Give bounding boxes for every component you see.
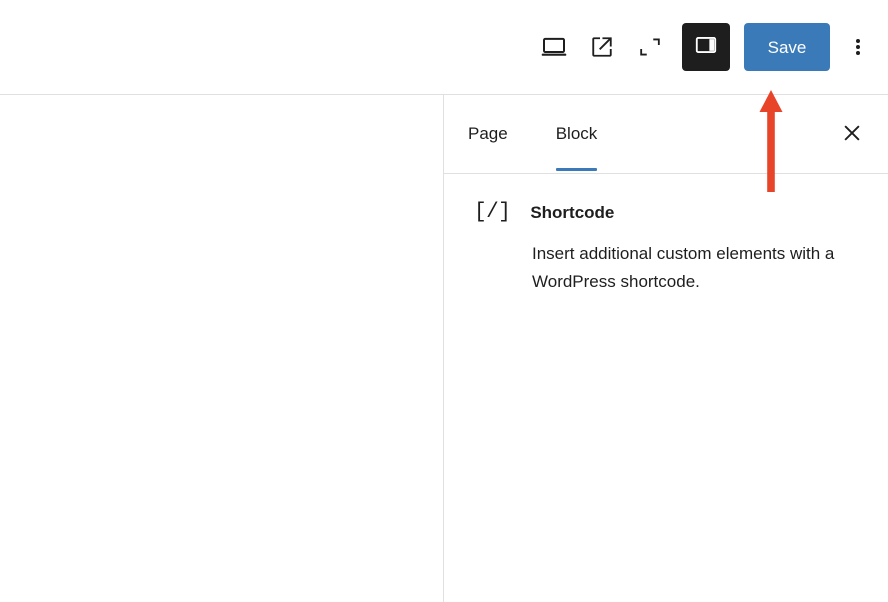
settings-sidebar-toggle-button[interactable] — [682, 23, 730, 71]
close-x-icon — [842, 123, 862, 146]
external-link-icon — [588, 33, 616, 61]
toolbar-actions-group: Save — [530, 0, 880, 94]
save-button[interactable]: Save — [744, 23, 830, 71]
block-title: Shortcode — [530, 203, 615, 222]
block-description: Insert additional custom elements with a… — [532, 244, 835, 291]
three-vertical-dots-icon — [856, 37, 860, 57]
tab-block[interactable]: Block — [532, 95, 622, 174]
more-options-button[interactable] — [836, 23, 880, 71]
device-preview-button[interactable] — [530, 23, 578, 71]
settings-sidebar: Page Block [/] Shortcode Insert addition… — [443, 95, 888, 602]
close-sidebar-button[interactable] — [830, 112, 874, 156]
zen-mode-button[interactable] — [626, 23, 674, 71]
view-site-button[interactable] — [578, 23, 626, 71]
sidebar-panel-icon — [693, 32, 719, 63]
shortcode-icon: [/] — [474, 201, 511, 224]
tab-page[interactable]: Page — [444, 95, 532, 174]
block-info-panel: [/] Shortcode Insert additional custom e… — [444, 174, 888, 296]
editor-canvas-area[interactable] — [0, 95, 443, 602]
block-info-header: [/] Shortcode — [474, 200, 858, 226]
editor-top-toolbar: Save — [0, 0, 888, 95]
sidebar-tab-bar: Page Block — [444, 95, 888, 174]
laptop-icon — [539, 32, 569, 62]
fullscreen-corners-icon — [637, 34, 663, 60]
